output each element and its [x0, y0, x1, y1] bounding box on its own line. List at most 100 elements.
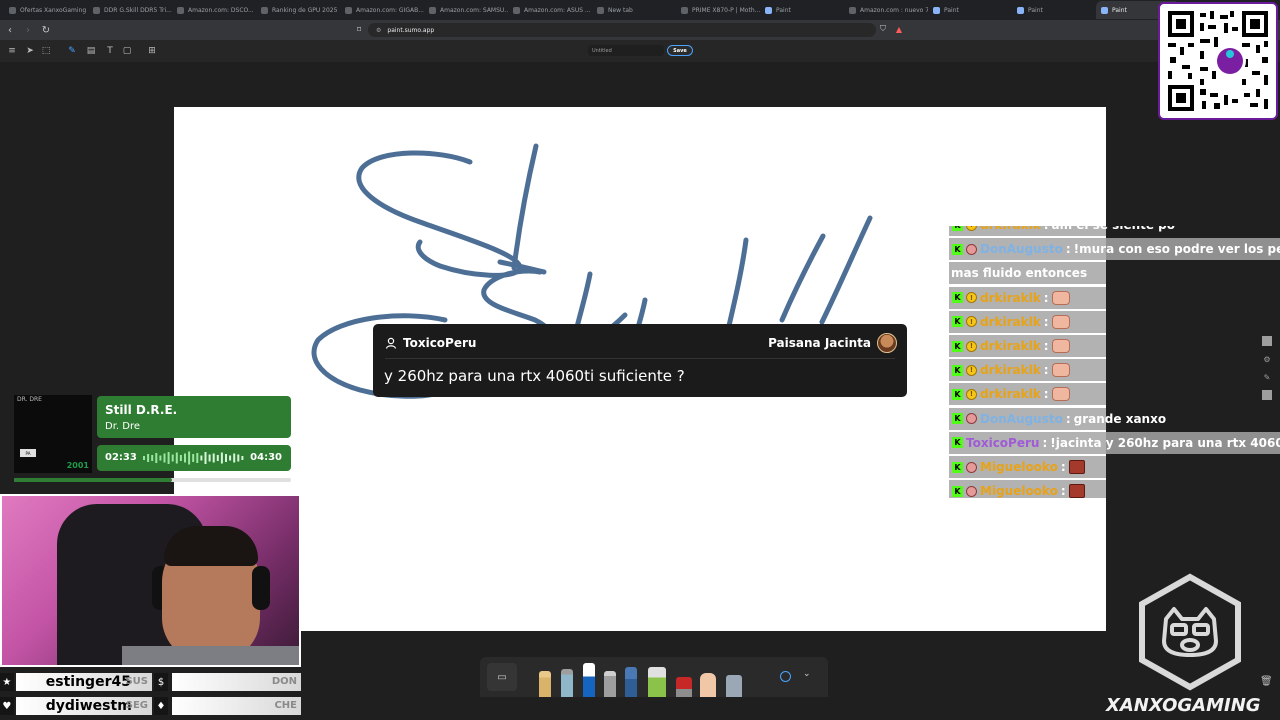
chevron-down-icon[interactable]: ⌄ — [803, 669, 811, 679]
waveform-bar — [225, 454, 227, 462]
chat-username[interactable]: Miguelooko — [980, 460, 1058, 474]
brave-rewards-icon[interactable]: ▲ — [894, 24, 904, 34]
chat-username[interactable]: Miguelooko — [980, 484, 1058, 498]
browser-tab[interactable]: DDR G.Skill DDR5 Tri... — [88, 1, 172, 19]
eraser-tool[interactable] — [676, 677, 692, 697]
song-progress-fill — [14, 478, 172, 482]
fountain-pen-tool[interactable] — [625, 667, 637, 697]
pen-tool[interactable] — [583, 663, 595, 697]
forward-icon[interactable]: › — [20, 22, 36, 38]
face-emote-icon — [1068, 484, 1085, 498]
song-progress-bar — [14, 478, 291, 482]
brave-shield-icon[interactable]: ⛉ — [878, 24, 888, 34]
chat-text: am el se siente po — [1052, 226, 1176, 232]
kick-badge-icon: K — [952, 388, 963, 400]
text-icon[interactable]: T — [104, 45, 116, 57]
browser-tab[interactable]: Amazon.com : nuevo 7... — [844, 1, 928, 19]
chat-username[interactable]: drkiraklk — [980, 291, 1041, 305]
pencil-icon[interactable]: ✎ — [1262, 372, 1272, 382]
lasso-tool[interactable] — [726, 675, 742, 697]
ai-icon[interactable]: ⊞ — [146, 45, 158, 57]
trash-icon[interactable]: 🗑 — [1260, 676, 1273, 688]
chat-username[interactable]: drkiraklk — [980, 315, 1041, 329]
panel-square-icon[interactable] — [1262, 336, 1272, 346]
browser-tab[interactable]: Ranking de GPU 2025 — [256, 1, 340, 19]
highlight-reward: Paisana Jacinta — [768, 336, 871, 350]
browser-tab[interactable]: Amazon.com: ASUS ... — [508, 1, 592, 19]
pig-badge-icon — [966, 243, 977, 255]
coin-badge-icon: ! — [966, 364, 977, 376]
browser-tab[interactable]: New tab — [592, 1, 676, 19]
chat-message: K! drkiraklk: — [949, 383, 1106, 406]
tab-label: Paint — [1112, 6, 1127, 14]
panel-square-icon[interactable] — [1262, 390, 1272, 400]
brush-icon[interactable]: ✎ — [66, 45, 78, 57]
back-icon[interactable]: ‹ — [2, 22, 18, 38]
browser-tab[interactable]: Amazon.com: SAMSU... — [424, 1, 508, 19]
reload-icon[interactable]: ↻ — [38, 22, 54, 38]
diamond-icon: ♦ — [154, 697, 168, 715]
hand-tool[interactable] — [700, 673, 716, 697]
parental-advisory-icon: PA — [20, 449, 36, 457]
browser-tab[interactable]: Amazon.com: GIGAB... — [340, 1, 424, 19]
select-arrow-icon[interactable]: ➤ — [24, 45, 36, 57]
pig-emote-icon — [1051, 363, 1070, 378]
browser-tab[interactable]: Amazon.com: DSCO... — [172, 1, 256, 19]
total-time: 04:30 — [250, 452, 282, 463]
document-title-input[interactable]: Untitled — [588, 45, 664, 56]
waveform-bar — [196, 453, 199, 463]
browser-tab[interactable]: PRIME X870-P | Moth... — [676, 1, 760, 19]
highlight-username: ToxicoPeru — [403, 336, 477, 350]
waveform-bar — [167, 452, 170, 464]
bookmark-icon[interactable]: ⌑ — [354, 24, 364, 34]
chat-username[interactable]: drkiraklk — [980, 387, 1041, 401]
browser-tab[interactable]: Paint — [760, 1, 844, 19]
album-art-artist: DR. DRE — [17, 396, 42, 403]
settings-icon[interactable]: ⚙ — [1262, 354, 1272, 364]
pig-emote-icon — [1051, 314, 1070, 329]
chat-separator: : — [1065, 242, 1071, 257]
chat-message: K! drkiraklk: — [949, 359, 1106, 382]
browser-tab[interactable]: Paint — [928, 1, 1012, 19]
browser-tab[interactable]: Paint — [1012, 1, 1096, 19]
pig-badge-icon — [966, 461, 977, 473]
album-art-year: 2001 — [66, 461, 89, 470]
shape-icon[interactable]: ▢ — [121, 45, 133, 57]
kick-badge-icon: K — [952, 437, 963, 449]
fineliner-tool[interactable] — [604, 671, 616, 697]
chat-separator: : — [1043, 363, 1049, 378]
tab-label: Amazon.com: DSCO... — [188, 6, 254, 14]
latest-sub-tag: SUS — [125, 676, 148, 687]
latest-donation-label: $ DON — [154, 673, 301, 691]
heart-icon: ♥ — [0, 697, 14, 715]
fill-icon[interactable]: ▤ — [85, 45, 97, 57]
tab-favicon-icon — [597, 6, 604, 14]
chat-username[interactable]: DonAugusto — [980, 242, 1063, 256]
chat-username[interactable]: ToxicoPeru — [966, 436, 1039, 450]
chat-username[interactable]: drkiraklk — [980, 339, 1041, 353]
coin-badge-icon: ! — [966, 340, 977, 352]
highlighter-tool[interactable] — [648, 667, 666, 697]
circle-color-icon[interactable] — [780, 671, 791, 682]
chat-username[interactable]: DonAugusto — [980, 412, 1063, 426]
marquee-select-icon[interactable]: ⬚ — [40, 45, 52, 57]
menu-icon[interactable]: ≡ — [6, 45, 18, 57]
chat-separator: : — [1042, 435, 1048, 450]
tab-label: Ranking de GPU 2025 — [272, 6, 338, 14]
browser-tab[interactable]: Ofertas XanxoGaming — [4, 1, 88, 19]
tab-label: Paint — [1028, 6, 1043, 14]
folder-icon[interactable]: ▭ — [487, 663, 517, 691]
chat-username[interactable]: drkiraklk — [980, 226, 1041, 232]
pencil-tool[interactable] — [539, 671, 551, 697]
chat-username[interactable]: drkiraklk — [980, 363, 1041, 377]
save-button[interactable]: Save — [667, 45, 693, 56]
tab-favicon-icon — [93, 6, 100, 14]
tab-favicon-icon — [345, 6, 352, 14]
album-art: DR. DRE PA 2001 — [14, 395, 92, 473]
marker-tool[interactable] — [561, 669, 573, 697]
tab-label: Paint — [944, 6, 959, 14]
url-field[interactable]: ⚙ paint.sumo.app — [368, 23, 876, 37]
latest-donation-tag: DON — [271, 676, 297, 687]
face-emote-icon — [1068, 460, 1085, 474]
site-info-icon[interactable]: ⚙ — [376, 27, 381, 34]
